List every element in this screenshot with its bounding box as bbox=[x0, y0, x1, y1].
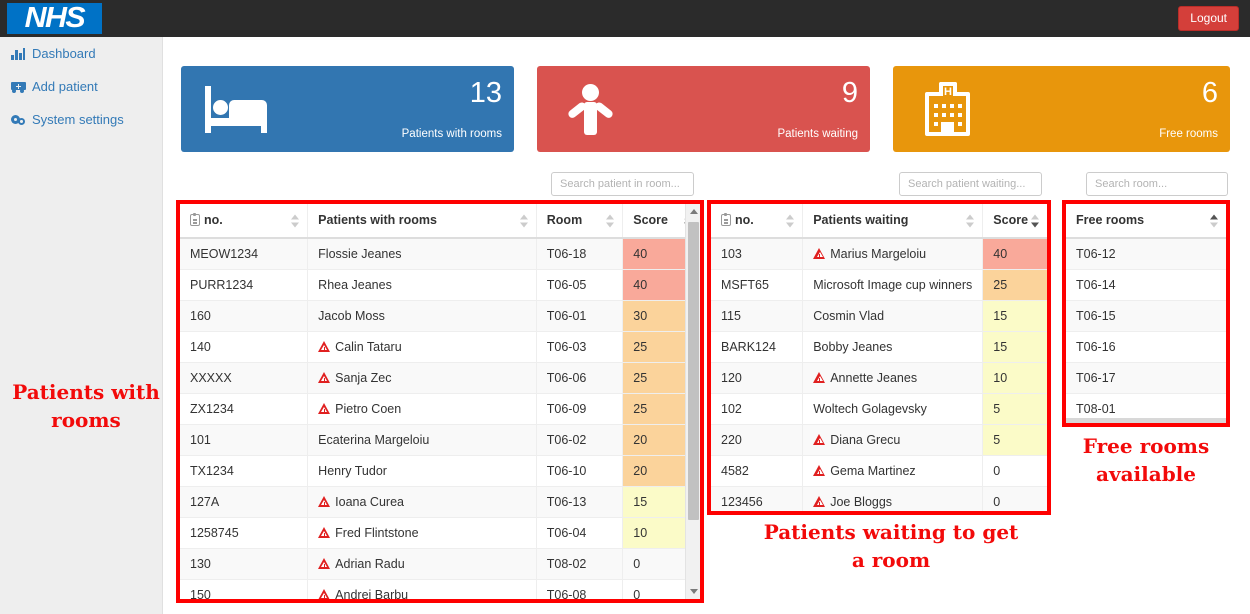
ambulance-icon bbox=[11, 80, 26, 93]
search-patient-waiting-input[interactable] bbox=[899, 172, 1042, 196]
annotation-label-patients-waiting: Patients waiting to get a room bbox=[763, 520, 1019, 572]
annotation-label-patients-with-rooms: Patients with rooms bbox=[12, 380, 160, 432]
sidebar-item-system-settings[interactable]: System settings bbox=[0, 103, 162, 136]
stat-label: Patients with rooms bbox=[401, 128, 502, 140]
bed-icon bbox=[203, 82, 269, 136]
stat-label: Free rooms bbox=[1159, 128, 1218, 140]
search-patient-in-room-input[interactable] bbox=[551, 172, 694, 196]
stat-card-patients-with-rooms[interactable]: 13 Patients with rooms bbox=[181, 66, 514, 152]
bar-chart-icon bbox=[11, 47, 26, 60]
sidebar-item-label: System settings bbox=[32, 112, 124, 127]
sidebar-item-dashboard[interactable]: Dashboard bbox=[0, 37, 162, 70]
annotation-frame-free-rooms bbox=[1062, 200, 1230, 427]
stat-card-free-rooms[interactable]: 6 Free rooms bbox=[893, 66, 1230, 152]
sidebar-item-label: Add patient bbox=[32, 79, 98, 94]
stat-label: Patients waiting bbox=[777, 128, 858, 140]
nhs-logo: NHS bbox=[7, 3, 102, 34]
person-icon bbox=[559, 82, 625, 136]
stat-value: 9 bbox=[841, 77, 858, 109]
logout-button[interactable]: Logout bbox=[1178, 6, 1239, 32]
stat-value: 6 bbox=[1201, 77, 1218, 109]
annotation-frame-patients-with-rooms bbox=[176, 200, 704, 603]
top-navbar: NHS Logout bbox=[0, 0, 1250, 37]
stat-value: 13 bbox=[469, 77, 502, 109]
annotation-frame-patients-waiting bbox=[707, 200, 1051, 515]
sidebar: Dashboard Add patient System settings bbox=[0, 37, 163, 614]
stat-cards: 13 Patients with rooms 9 Patients waitin… bbox=[181, 66, 1231, 152]
annotation-label-free-rooms: Free rooms available bbox=[1082, 434, 1210, 486]
sidebar-item-add-patient[interactable]: Add patient bbox=[0, 70, 162, 103]
sidebar-item-label: Dashboard bbox=[32, 46, 96, 61]
cogs-icon bbox=[11, 113, 26, 126]
stat-card-patients-waiting[interactable]: 9 Patients waiting bbox=[537, 66, 870, 152]
nhs-logo-text: NHS bbox=[24, 2, 86, 34]
search-room-input[interactable] bbox=[1086, 172, 1228, 196]
hospital-icon bbox=[915, 82, 981, 136]
